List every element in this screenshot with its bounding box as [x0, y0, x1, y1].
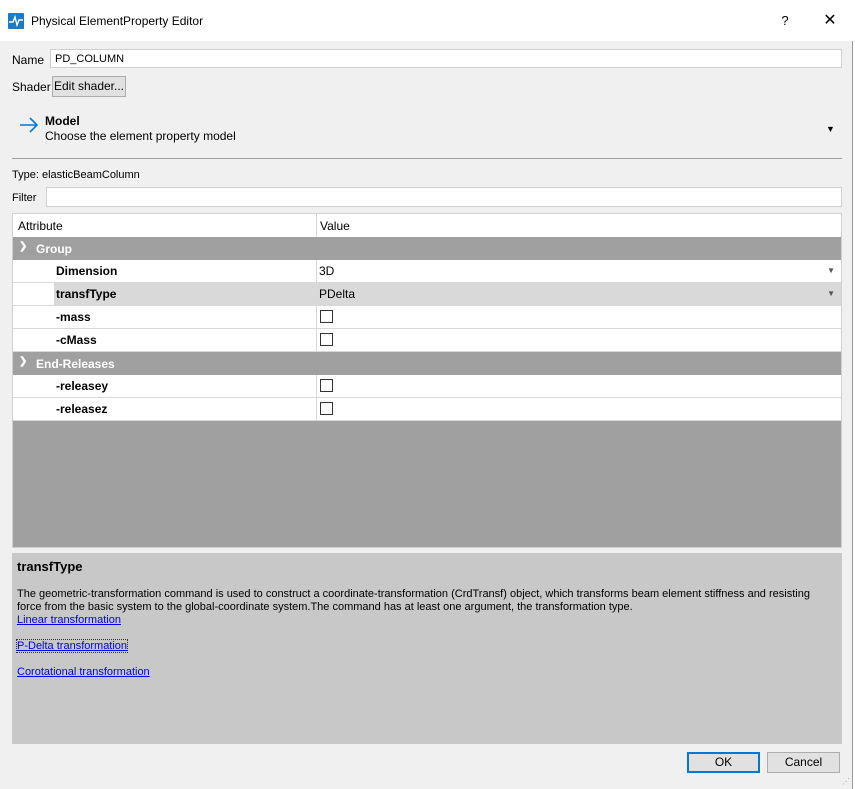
combo-value: PDelta [319, 287, 356, 301]
resize-grip-icon[interactable]: ⋰ [842, 777, 850, 786]
help-button[interactable]: ? [770, 6, 800, 36]
mass-checkbox[interactable] [320, 310, 333, 323]
chevron-down-icon[interactable]: ▼ [827, 260, 835, 282]
cmass-checkbox[interactable] [320, 333, 333, 346]
description-panel: transfType The geometric-transformation … [12, 553, 842, 744]
table-row[interactable]: -releasez [13, 398, 841, 421]
filter-input[interactable] [46, 187, 842, 207]
chevron-down-icon[interactable]: ❯ [19, 356, 27, 367]
group-row-group[interactable]: ❯ Group [13, 237, 841, 260]
element-type-label: Type: elasticBeamColumn [12, 169, 140, 181]
ok-button[interactable]: OK [687, 752, 760, 773]
releasez-checkbox[interactable] [320, 402, 333, 415]
model-subtitle: Choose the element property model [45, 129, 236, 143]
description-text: The geometric-transformation command is … [17, 588, 810, 613]
attribute-name: Dimension [56, 264, 118, 278]
description-title: transfType [17, 559, 83, 574]
group-row-end-releases[interactable]: ❯ End-Releases [13, 352, 841, 375]
column-header-value[interactable]: Value [320, 219, 350, 233]
name-input[interactable]: PD_COLUMN [50, 49, 842, 68]
corotational-transformation-link[interactable]: Corotational transformation [17, 666, 150, 678]
name-label: Name [12, 53, 45, 67]
close-button[interactable]: ✕ [813, 6, 847, 36]
property-editor-dialog: Physical ElementProperty Editor ? ✕ Name… [0, 0, 853, 789]
model-title: Model [45, 114, 80, 128]
table-row[interactable]: -releasey [13, 375, 841, 398]
combo-value: 3D [319, 264, 335, 278]
table-row[interactable]: Dimension 3D ▼ [13, 260, 841, 283]
edit-shader-button[interactable]: Edit shader... [52, 76, 126, 97]
divider [12, 158, 842, 159]
window-title: Physical ElementProperty Editor [31, 14, 204, 28]
value-cell [317, 329, 841, 351]
attribute-name: -mass [56, 310, 91, 324]
filter-label: Filter [12, 192, 37, 204]
shader-label: Shader [12, 80, 51, 94]
chevron-down-icon[interactable]: ▼ [826, 124, 835, 134]
table-header: Attribute Value [13, 214, 841, 237]
attribute-name: -cMass [56, 333, 97, 347]
cancel-button[interactable]: Cancel [767, 752, 840, 773]
property-table: Attribute Value ❯ Group Dimension 3D ▼ t… [12, 213, 842, 548]
attribute-name: transfType [54, 283, 316, 305]
arrow-right-icon [20, 117, 39, 133]
value-cell [317, 398, 841, 420]
transftype-combo[interactable]: PDelta ▼ [317, 283, 841, 305]
table-row[interactable]: -mass [13, 306, 841, 329]
chevron-down-icon[interactable]: ▼ [827, 283, 835, 305]
chevron-down-icon[interactable]: ❯ [19, 241, 27, 252]
group-label: End-Releases [36, 357, 115, 371]
linear-transformation-link[interactable]: Linear transformation [17, 614, 121, 626]
column-separator [316, 214, 317, 237]
group-label: Group [36, 242, 72, 256]
table-row[interactable]: -cMass [13, 329, 841, 352]
value-cell [317, 306, 841, 328]
column-header-attribute[interactable]: Attribute [18, 219, 63, 233]
title-bar: Physical ElementProperty Editor ? ✕ [0, 0, 853, 41]
table-row[interactable]: transfType PDelta ▼ [13, 283, 841, 306]
attribute-name: -releasey [56, 379, 109, 393]
app-icon [8, 13, 24, 29]
attribute-name: -releasez [56, 402, 108, 416]
dimension-combo[interactable]: 3D ▼ [317, 260, 841, 282]
value-cell [317, 375, 841, 397]
releasey-checkbox[interactable] [320, 379, 333, 392]
pdelta-transformation-link[interactable]: P-Delta transformation [15, 639, 129, 653]
